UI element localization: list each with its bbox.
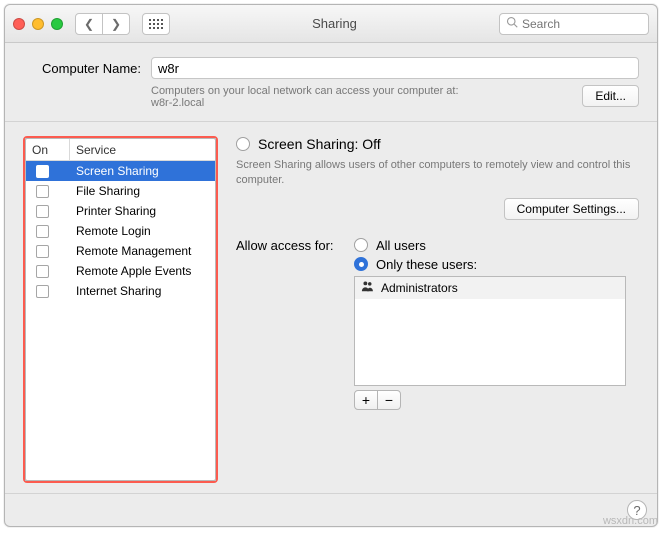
access-label: Allow access for: [236, 238, 354, 253]
service-label: Printer Sharing [70, 204, 215, 218]
close-icon[interactable] [13, 18, 25, 30]
service-row-remote-management[interactable]: Remote Management [26, 241, 215, 261]
checkbox-screen-sharing[interactable] [36, 165, 49, 178]
show-all-button[interactable] [142, 13, 170, 35]
status-indicator-icon [236, 137, 250, 151]
computer-name-input[interactable] [151, 57, 639, 79]
service-label: File Sharing [70, 184, 215, 198]
col-header-on: On [26, 139, 70, 160]
radio-all-users[interactable] [354, 238, 368, 252]
users-icon [361, 280, 375, 295]
service-row-file-sharing[interactable]: File Sharing [26, 181, 215, 201]
service-row-internet-sharing[interactable]: Internet Sharing [26, 281, 215, 301]
checkbox-printer-sharing[interactable] [36, 205, 49, 218]
checkbox-remote-login[interactable] [36, 225, 49, 238]
watermark: wsxdn.com [603, 515, 658, 527]
service-row-printer-sharing[interactable]: Printer Sharing [26, 201, 215, 221]
sharing-prefs-window: ❮ ❯ Sharing Computer Name: Computers on … [4, 4, 658, 527]
service-label: Screen Sharing [70, 164, 215, 178]
titlebar: ❮ ❯ Sharing [5, 5, 657, 43]
computer-note-1: Computers on your local network can acce… [151, 85, 582, 97]
footer: ? [5, 493, 657, 526]
checkbox-remote-management[interactable] [36, 245, 49, 258]
col-header-service: Service [70, 139, 215, 160]
status-title: Screen Sharing: Off [258, 136, 381, 152]
add-user-button[interactable]: + [354, 390, 378, 410]
service-label: Internet Sharing [70, 284, 215, 298]
edit-button[interactable]: Edit... [582, 85, 639, 107]
service-label: Remote Login [70, 224, 215, 238]
services-header: On Service [26, 139, 215, 161]
access-option-all[interactable]: All users [354, 238, 477, 253]
radio-only-these-users[interactable] [354, 257, 368, 271]
services-list-highlight: On Service Screen Sharing File Sharing [23, 136, 218, 483]
grid-icon [149, 19, 163, 29]
checkbox-file-sharing[interactable] [36, 185, 49, 198]
traffic-lights [13, 18, 63, 30]
service-detail: Screen Sharing: Off Screen Sharing allow… [236, 136, 639, 483]
search-field[interactable] [499, 13, 649, 35]
user-label: Administrators [381, 281, 458, 295]
service-row-remote-apple-events[interactable]: Remote Apple Events [26, 261, 215, 281]
search-input[interactable] [522, 17, 642, 31]
nav-back-forward: ❮ ❯ [75, 13, 130, 35]
content: Computer Name: Computers on your local n… [5, 43, 657, 493]
minimize-icon[interactable] [32, 18, 44, 30]
window-title: Sharing [176, 16, 493, 31]
user-row-administrators[interactable]: Administrators [355, 277, 625, 299]
computer-note-2: w8r-2.local [151, 97, 582, 109]
service-row-remote-login[interactable]: Remote Login [26, 221, 215, 241]
service-label: Remote Management [70, 244, 215, 258]
checkbox-internet-sharing[interactable] [36, 285, 49, 298]
service-row-screen-sharing[interactable]: Screen Sharing [26, 161, 215, 181]
access-option-only[interactable]: Only these users: [354, 257, 477, 272]
forward-button[interactable]: ❯ [102, 13, 130, 35]
zoom-icon[interactable] [51, 18, 63, 30]
back-button[interactable]: ❮ [75, 13, 103, 35]
opt-all-label: All users [376, 238, 426, 253]
computer-name-label: Computer Name: [23, 61, 141, 76]
status-description: Screen Sharing allows users of other com… [236, 158, 639, 188]
services-list[interactable]: Screen Sharing File Sharing Printer Shar… [26, 161, 215, 480]
users-list[interactable]: Administrators [354, 276, 626, 386]
remove-user-button[interactable]: − [377, 390, 401, 410]
opt-only-label: Only these users: [376, 257, 477, 272]
search-icon [506, 16, 518, 31]
checkbox-remote-apple-events[interactable] [36, 265, 49, 278]
computer-settings-button[interactable]: Computer Settings... [504, 198, 639, 220]
service-label: Remote Apple Events [70, 264, 215, 278]
